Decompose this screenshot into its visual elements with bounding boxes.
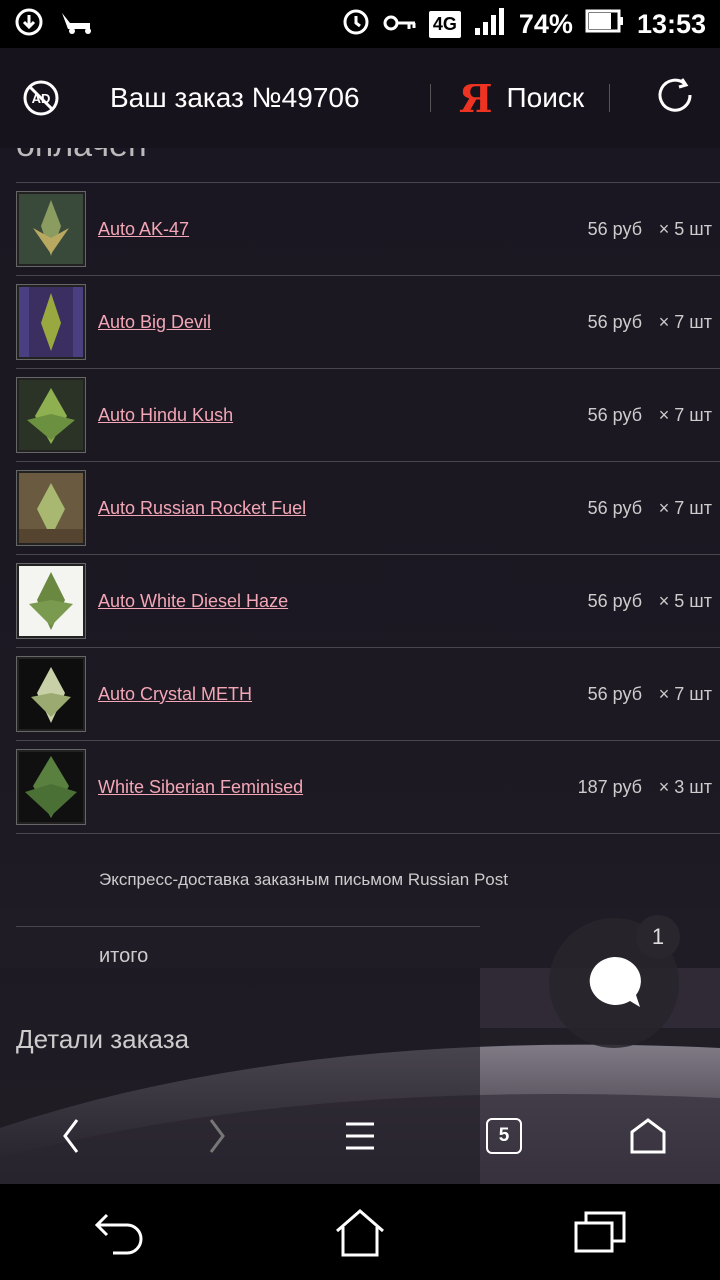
yandex-search-button[interactable]: Я Поиск (431, 76, 609, 121)
menu-icon (346, 1122, 374, 1150)
product-price: 56 руб (587, 218, 642, 239)
product-thumbnail[interactable] (16, 656, 86, 732)
browser-toolbar: 5 (0, 1088, 720, 1184)
system-back-button[interactable] (0, 1184, 240, 1280)
product-link[interactable]: Auto AK-47 (98, 219, 189, 240)
page-title[interactable]: Ваш заказ №49706 (82, 82, 430, 114)
order-item-row: Auto Hindu Kush 56 руб × 7 шт (16, 368, 720, 461)
signal-icon (473, 6, 507, 43)
chat-unread-badge: 1 (636, 915, 680, 959)
product-thumbnail[interactable] (16, 377, 86, 453)
product-price: 56 руб (587, 311, 642, 332)
order-item-row: White Siberian Feminised 187 руб × 3 шт (16, 740, 720, 833)
system-home-button[interactable] (240, 1184, 480, 1280)
adblock-icon: AD (23, 80, 59, 116)
order-status: оплачен (16, 148, 147, 165)
product-quantity: × 5 шт (658, 590, 712, 611)
product-link[interactable]: Auto Big Devil (98, 312, 211, 333)
recents-icon (574, 1211, 626, 1253)
order-details-title: Детали заказа (16, 1024, 190, 1054)
product-link[interactable]: Auto Crystal METH (98, 684, 252, 705)
product-thumbnail[interactable] (16, 749, 86, 825)
home-outline-icon (336, 1209, 384, 1257)
chevron-right-icon (209, 1119, 225, 1153)
product-thumbnail[interactable] (16, 191, 86, 267)
product-price: 56 руб (587, 683, 642, 704)
product-link[interactable]: Auto Hindu Kush (98, 405, 233, 426)
order-items-list: Auto AK-47 56 руб × 5 шт Auto Big Devil … (16, 182, 720, 833)
product-quantity: × 7 шт (658, 497, 712, 518)
tabs-button[interactable]: 5 (464, 1096, 544, 1176)
product-price: 56 руб (587, 497, 642, 518)
yandex-logo: Я (459, 75, 493, 121)
tabs-count: 5 (486, 1118, 522, 1154)
order-item-row: Auto White Diesel Haze 56 руб × 5 шт (16, 554, 720, 647)
home-button[interactable] (608, 1096, 688, 1176)
app-notification-icon (60, 9, 96, 40)
battery-icon (585, 8, 625, 41)
system-navigation-bar (0, 1184, 720, 1280)
status-bar: 4G 74% 13:53 (0, 0, 720, 48)
battery-percent: 74% (518, 8, 573, 39)
product-quantity: × 5 шт (658, 218, 712, 239)
download-icon (14, 7, 44, 42)
product-quantity: × 7 шт (658, 683, 712, 704)
order-item-row: Auto AK-47 56 руб × 5 шт (16, 182, 720, 275)
total-label: итого (16, 926, 480, 986)
product-quantity: × 3 шт (658, 776, 712, 797)
product-quantity: × 7 шт (658, 311, 712, 332)
forward-button[interactable] (176, 1096, 256, 1176)
product-link[interactable]: Auto White Diesel Haze (98, 591, 288, 612)
product-thumbnail[interactable] (16, 470, 86, 546)
order-item-row: Auto Crystal METH 56 руб × 7 шт (16, 647, 720, 740)
product-price: 56 руб (587, 404, 642, 425)
product-link[interactable]: Auto Russian Rocket Fuel (98, 498, 306, 519)
home-icon (630, 1118, 666, 1154)
alarm-icon (341, 6, 371, 43)
back-arrow-icon (94, 1213, 143, 1255)
menu-button[interactable] (320, 1096, 400, 1176)
product-thumbnail[interactable] (16, 563, 86, 639)
network-type-badge: 4G (428, 10, 461, 38)
divider (609, 84, 610, 112)
product-thumbnail[interactable] (16, 284, 86, 360)
clock: 13:53 (636, 8, 706, 39)
product-price: 56 руб (587, 590, 642, 611)
back-button[interactable] (32, 1096, 112, 1176)
key-icon (383, 9, 417, 40)
chevron-left-icon (63, 1119, 79, 1153)
adblock-button[interactable]: AD (0, 78, 82, 118)
reload-button[interactable] (652, 73, 698, 124)
order-item-row: Auto Big Devil 56 руб × 7 шт (16, 275, 720, 368)
order-item-row: Auto Russian Rocket Fuel 56 руб × 7 шт (16, 461, 720, 554)
browser-top-bar: AD Ваш заказ №49706 Я Поиск (0, 48, 720, 148)
system-recents-button[interactable] (480, 1184, 720, 1280)
reload-icon (658, 77, 692, 112)
product-quantity: × 7 шт (658, 404, 712, 425)
delivery-method: Экспресс-доставка заказным письмом Russi… (16, 833, 720, 926)
chat-icon (589, 956, 641, 1007)
product-price: 187 руб (577, 776, 642, 797)
search-label: Поиск (506, 82, 585, 113)
product-link[interactable]: White Siberian Feminised (98, 777, 303, 798)
